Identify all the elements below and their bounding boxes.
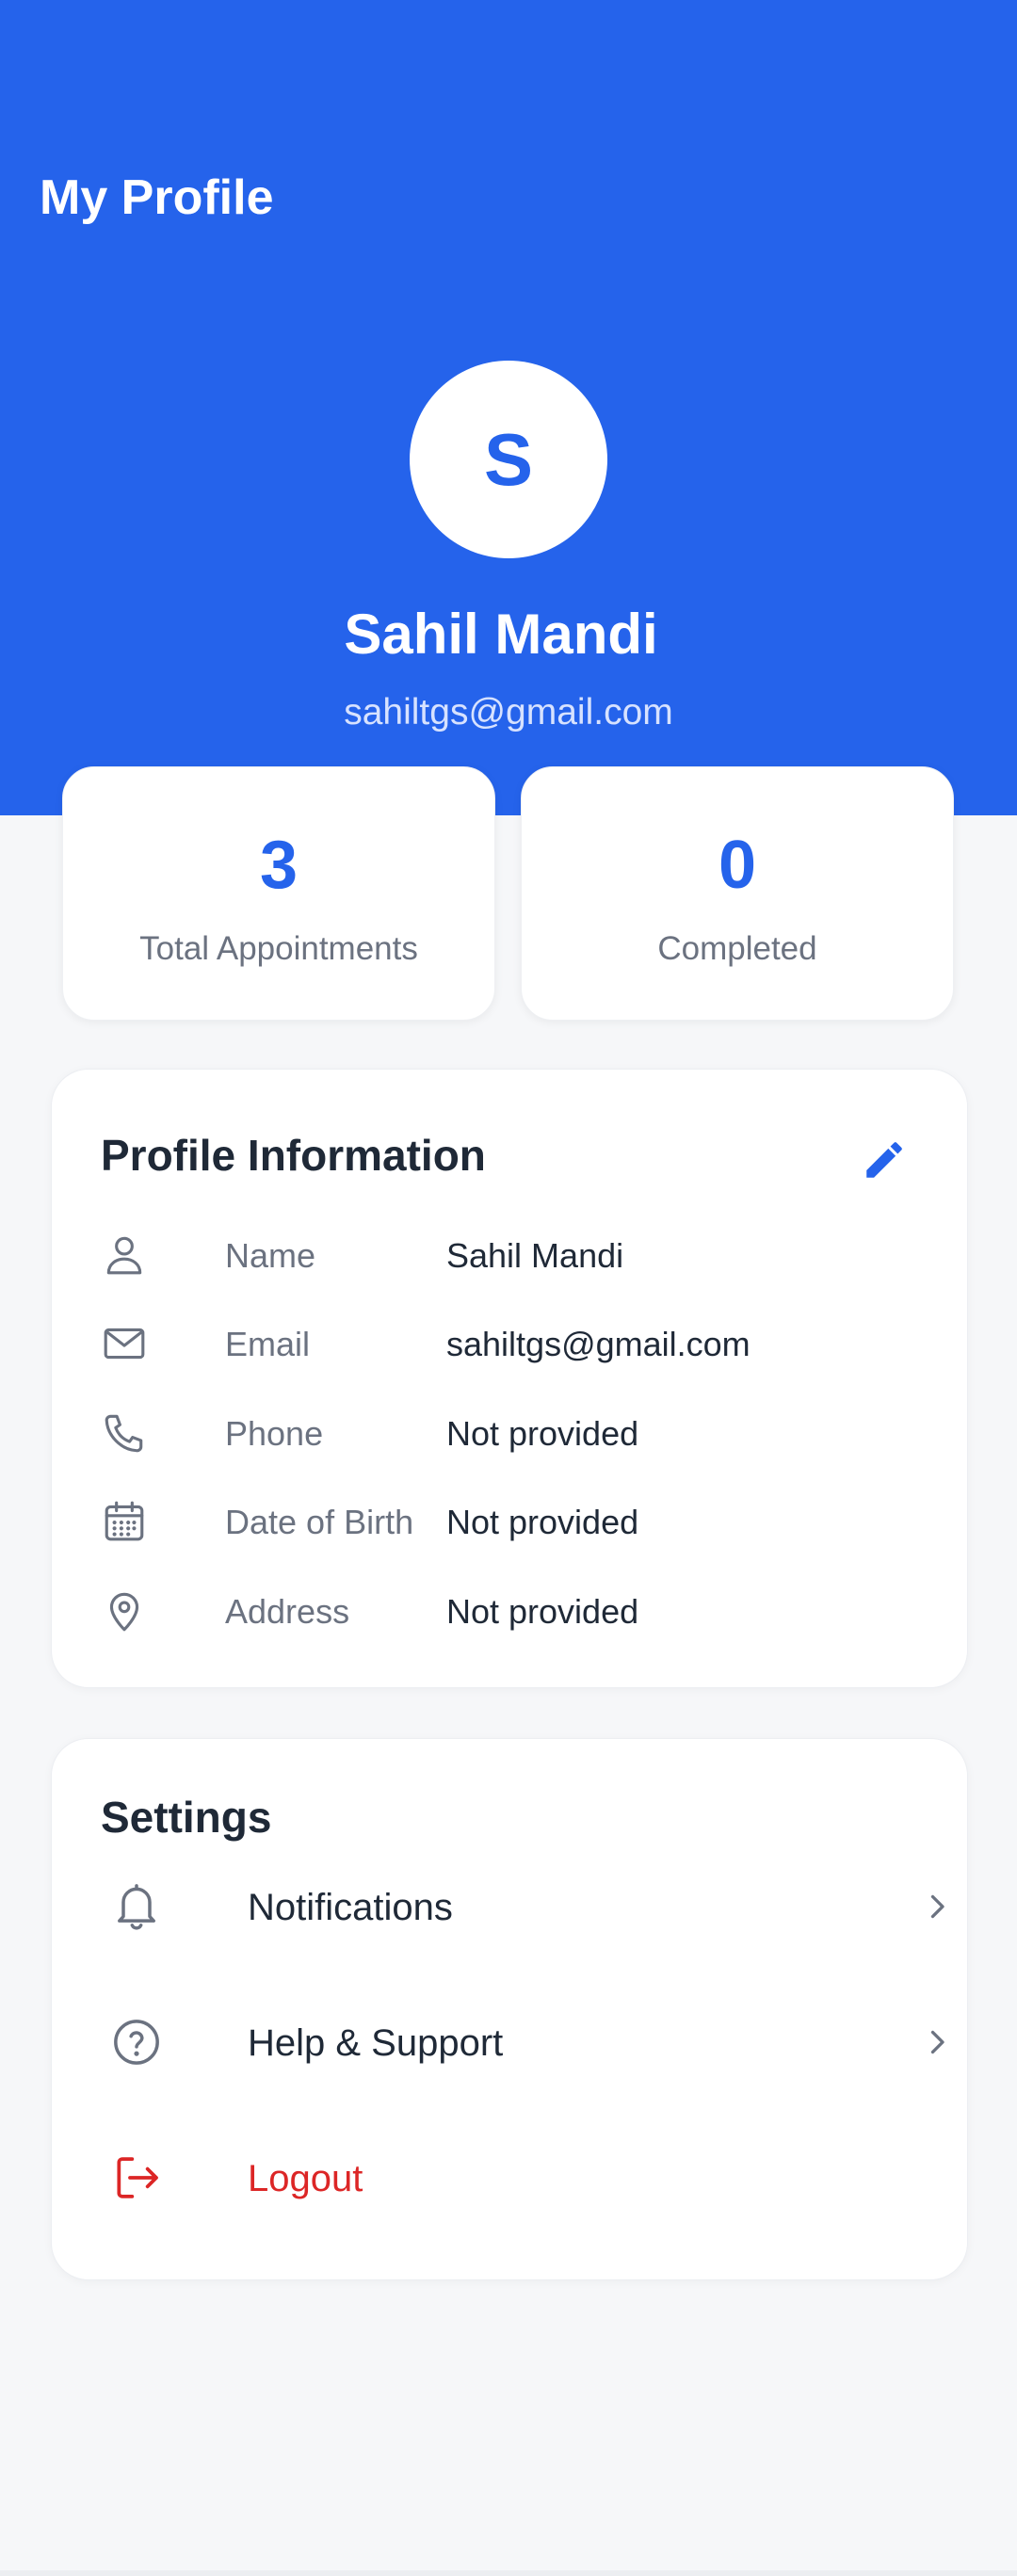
bell-icon [118, 1884, 155, 1930]
stat-value: 0 [718, 828, 757, 903]
settings-title: Settings [101, 1793, 272, 1842]
stat-label: Completed [657, 930, 817, 967]
stat-value: 3 [259, 828, 299, 903]
settings-item-notifications[interactable]: Notifications [89, 1854, 944, 1957]
info-value: Sahil Mandi [446, 1236, 624, 1275]
info-row-name: Name Sahil Mandi [101, 1226, 920, 1282]
info-row-date-of-birth: Date of Birth Not provided [101, 1492, 920, 1549]
settings-item-label: Help & Support [248, 2022, 504, 2064]
stat-card-completed: 0 Completed [521, 766, 954, 1021]
info-label: Name [225, 1236, 316, 1275]
chevron-right-icon [930, 2030, 944, 2054]
info-row-address: Address Not provided [101, 1582, 920, 1638]
location-pin-icon [109, 1592, 139, 1632]
stat-card-total-appointments: 3 Total Appointments [62, 766, 495, 1021]
info-value: sahiltgs@gmail.com [446, 1325, 751, 1363]
info-label: Phone [225, 1414, 324, 1453]
settings-card: Settings Notifications Help & Support Lo… [51, 1738, 968, 2280]
info-value: Not provided [446, 1414, 639, 1453]
bottom-divider [0, 2570, 1017, 2576]
profile-header: My Profile S Sahil Mandi sahiltgs@gmail.… [0, 0, 1017, 815]
user-email: sahiltgs@gmail.com [344, 692, 673, 733]
info-label: Email [225, 1325, 311, 1363]
logout-button[interactable]: Logout [89, 2125, 937, 2229]
profile-screen: My Profile S Sahil Mandi sahiltgs@gmail.… [0, 0, 1017, 2576]
info-label: Date of Birth [225, 1503, 414, 1541]
edit-profile-button[interactable] [852, 1128, 916, 1192]
logout-icon [117, 2157, 158, 2198]
settings-item-label: Notifications [248, 1887, 453, 1928]
profile-information-title: Profile Information [101, 1131, 486, 1180]
user-name: Sahil Mandi [344, 603, 658, 666]
help-circle-icon [114, 2020, 159, 2065]
stat-label: Total Appointments [139, 930, 418, 967]
settings-item-help-support[interactable]: Help & Support [89, 1989, 944, 2093]
person-icon [106, 1236, 142, 1275]
info-value: Not provided [446, 1503, 639, 1541]
info-row-email: Email sahiltgs@gmail.com [101, 1314, 920, 1371]
page-title: My Profile [40, 170, 274, 225]
profile-information-card: Profile Information Name Sahil Mandi Ema… [51, 1069, 968, 1688]
info-value: Not provided [446, 1592, 639, 1631]
avatar-initial: S [483, 417, 534, 501]
pencil-icon [866, 1142, 902, 1178]
mail-icon [104, 1328, 145, 1360]
settings-item-label: Logout [248, 2158, 363, 2199]
info-row-phone: Phone Not provided [101, 1404, 920, 1460]
avatar: S [410, 361, 607, 558]
info-label: Address [225, 1592, 350, 1631]
phone-icon [105, 1414, 143, 1453]
calendar-icon [105, 1501, 144, 1541]
chevron-right-icon [930, 1894, 944, 1919]
